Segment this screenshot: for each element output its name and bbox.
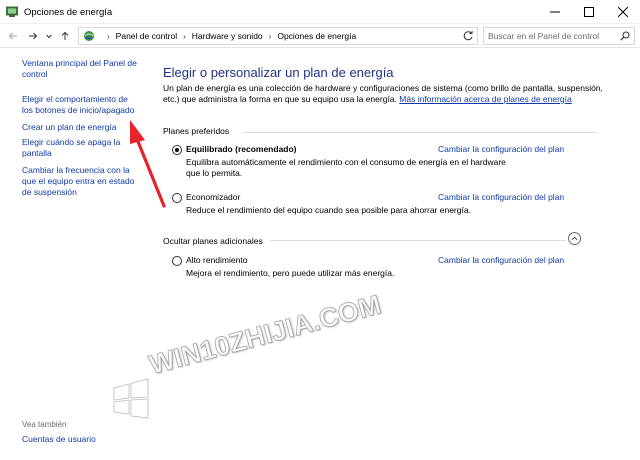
plan-power-saver-name[interactable]: Economizador <box>186 192 240 202</box>
recent-locations-button[interactable] <box>42 29 56 43</box>
plan-high-performance-radio[interactable] <box>172 256 182 266</box>
arrow-up-icon <box>61 31 69 40</box>
collapse-plans-button[interactable] <box>568 232 581 245</box>
see-also-heading: Vea también <box>22 420 67 429</box>
sidebar-item-power-buttons[interactable]: Elegir el comportamiento de los botones … <box>22 94 140 116</box>
arrow-right-icon <box>29 32 38 40</box>
close-button[interactable] <box>606 0 640 24</box>
divider <box>244 132 596 133</box>
plan-high-performance-change-link[interactable]: Cambiar la configuración del plan <box>438 255 564 265</box>
breadcrumb[interactable]: › Panel de control › Hardware y sonido ›… <box>78 27 478 45</box>
plan-balanced-description: Equilibra automáticamente el rendimiento… <box>186 157 506 178</box>
minimize-icon <box>550 11 560 13</box>
plan-power-saver-radio[interactable] <box>172 193 182 203</box>
plan-balanced-radio[interactable] <box>172 145 182 155</box>
search-input[interactable] <box>488 30 614 42</box>
arrow-left-icon <box>8 32 17 40</box>
minimize-button[interactable] <box>538 0 572 24</box>
address-bar: › Panel de control › Hardware y sonido ›… <box>0 24 640 48</box>
sidebar-item-control-panel-home[interactable]: Ventana principal del Panel de control <box>22 58 140 80</box>
preferred-plans-heading: Planes preferidos <box>163 126 230 136</box>
close-icon <box>618 7 628 17</box>
sidebar: Ventana principal del Panel de control E… <box>0 48 148 460</box>
search-box[interactable] <box>483 27 635 45</box>
breadcrumb-separator-icon: › <box>183 31 186 41</box>
window-title: Opciones de energía <box>24 7 113 18</box>
maximize-button[interactable] <box>572 0 606 24</box>
back-button[interactable] <box>6 29 20 43</box>
maximize-icon <box>584 7 594 17</box>
breadcrumb-separator-icon: › <box>268 31 272 41</box>
hide-plans-heading[interactable]: Ocultar planes adicionales <box>163 236 263 246</box>
plan-high-performance-description: Mejora el rendimiento, pero puede utiliz… <box>186 268 395 278</box>
sidebar-item-user-accounts[interactable]: Cuentas de usuario <box>22 434 140 445</box>
up-button[interactable] <box>58 29 72 43</box>
plan-balanced-name[interactable]: Equilibrado (recomendado) <box>186 144 297 154</box>
plan-power-saver-change-link[interactable]: Cambiar la configuración del plan <box>438 192 564 202</box>
breadcrumb-control-panel[interactable]: Panel de control <box>116 31 177 41</box>
breadcrumb-hardware-sound[interactable]: Hardware y sonido <box>192 31 263 41</box>
chevron-up-icon <box>571 236 578 241</box>
breadcrumb-separator-icon: › <box>107 31 110 41</box>
sidebar-item-create-plan[interactable]: Crear un plan de energía <box>22 122 140 133</box>
page-title: Elegir o personalizar un plan de energía <box>163 65 394 80</box>
title-bar: Opciones de energía <box>0 0 640 24</box>
sidebar-item-sleep[interactable]: Cambiar la frecuencia con la que el equi… <box>22 165 140 198</box>
page-description: Un plan de energía es una colección de h… <box>163 83 603 105</box>
plan-balanced-change-link[interactable]: Cambiar la configuración del plan <box>438 144 564 154</box>
breadcrumb-power-options[interactable]: Opciones de energía <box>277 31 356 41</box>
divider <box>270 240 566 241</box>
control-panel-icon <box>84 31 94 41</box>
plan-power-saver-description: Reduce el rendimiento del equipo cuando … <box>186 205 471 215</box>
refresh-icon[interactable] <box>462 30 474 42</box>
learn-more-link[interactable]: Más información acerca de planes de ener… <box>399 94 571 104</box>
search-icon[interactable] <box>620 31 630 41</box>
power-options-icon <box>6 6 18 17</box>
main-content: Elegir o personalizar un plan de energía… <box>148 48 640 460</box>
forward-button[interactable] <box>26 29 40 43</box>
chevron-down-icon <box>46 34 52 39</box>
scrollbar[interactable] <box>626 48 640 460</box>
plan-high-performance-name[interactable]: Alto rendimiento <box>186 255 247 265</box>
sidebar-item-display-off[interactable]: Elegir cuándo se apaga la pantalla <box>22 137 140 159</box>
